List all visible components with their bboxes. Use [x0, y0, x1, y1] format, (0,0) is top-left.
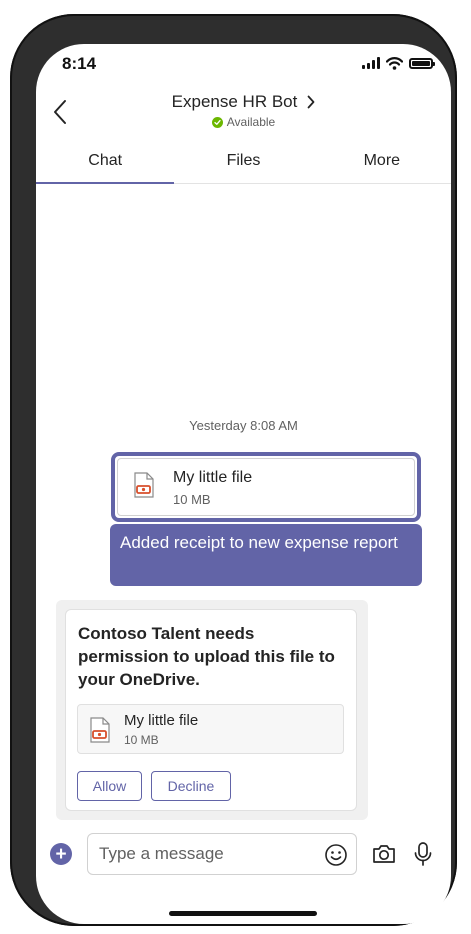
- message-timestamp: Yesterday 8:08 AM: [189, 418, 298, 433]
- status-icons: [362, 56, 435, 70]
- tab-bar: Chat Files More: [36, 141, 451, 184]
- allow-button[interactable]: Allow: [77, 771, 142, 801]
- pdf-file-icon: [134, 472, 154, 498]
- microphone-icon[interactable]: [413, 841, 433, 867]
- tab-files[interactable]: Files: [174, 141, 312, 183]
- compose-box: [87, 833, 357, 875]
- sent-file-attachment[interactable]: My little file 10 MB: [111, 452, 421, 522]
- emoji-icon[interactable]: [324, 843, 348, 867]
- battery-icon: [409, 57, 435, 69]
- sent-file-name: My little file: [173, 469, 253, 486]
- permission-card: Contoso Talent needs permission to uploa…: [65, 609, 357, 811]
- add-button[interactable]: +: [50, 843, 72, 865]
- decline-button[interactable]: Decline: [151, 771, 231, 801]
- card-file-name: My little file: [124, 712, 199, 729]
- sent-file-size: 10 MB: [173, 492, 211, 507]
- chevron-right-icon: [307, 95, 315, 109]
- message-input[interactable]: [99, 841, 314, 867]
- phone-frame: 8:14 Expense HR Bot Available Chat Files…: [10, 14, 457, 926]
- status-time: 8:14: [62, 54, 97, 73]
- tab-chat[interactable]: Chat: [36, 141, 175, 184]
- presence-status: Available: [36, 115, 451, 129]
- plus-icon: +: [55, 843, 67, 865]
- card-file-size: 10 MB: [124, 733, 159, 747]
- presence-label: Available: [226, 115, 276, 129]
- bot-message: Contoso Talent needs permission to uploa…: [56, 600, 368, 820]
- chat-title: Expense HR Bot: [171, 92, 298, 111]
- sent-file-inner: [117, 458, 415, 516]
- check-icon: [214, 119, 221, 125]
- presence-available-icon: [211, 116, 223, 128]
- home-indicator: [169, 911, 317, 916]
- chat-header: Expense HR Bot Available: [36, 92, 451, 129]
- wifi-icon: [386, 56, 403, 70]
- pdf-file-icon: [90, 717, 110, 743]
- tab-more[interactable]: More: [313, 141, 451, 183]
- camera-icon[interactable]: [371, 841, 397, 867]
- screen: 8:14 Expense HR Bot Available Chat Files…: [36, 44, 451, 924]
- permission-card-title: Contoso Talent needs permission to uploa…: [78, 624, 335, 689]
- card-file-attachment[interactable]: My little file 10 MB: [77, 704, 344, 754]
- sent-message-bubble: Added receipt to new expense report: [110, 524, 422, 586]
- chat-title-button[interactable]: Expense HR Bot: [172, 92, 316, 112]
- cellular-signal-icon: [362, 57, 380, 69]
